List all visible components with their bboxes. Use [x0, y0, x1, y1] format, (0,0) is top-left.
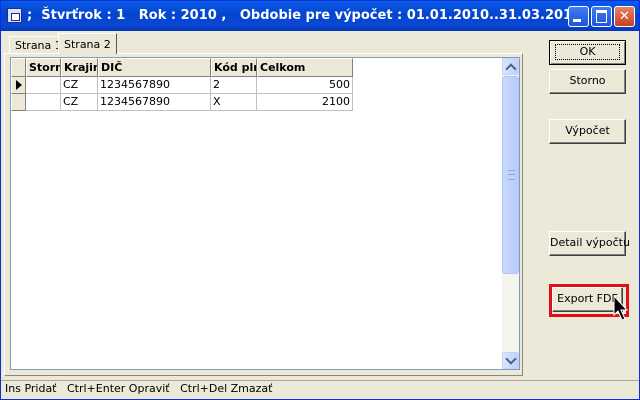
column-header-storno[interactable]: Storno [26, 58, 61, 77]
vertical-scrollbar[interactable] [502, 58, 519, 369]
column-header-krajina[interactable]: Krajina [61, 58, 98, 77]
tab-strana-2[interactable]: Strana 2 [58, 33, 117, 54]
column-header-kod-plnenia[interactable]: Kód plnenia [211, 58, 257, 77]
vypocet-button[interactable]: Výpočet [549, 119, 626, 144]
table-row[interactable]: CZ 1234567890 2 500 [11, 77, 353, 94]
mouse-cursor-icon [613, 295, 629, 321]
dialog-window: ; Štvrťrok : 1 Rok : 2010 , Obdobie pre … [0, 0, 640, 400]
column-header-dic[interactable]: DIČ [98, 58, 211, 77]
grid-header: Storno Krajina DIČ Kód plnenia Celkom [11, 58, 353, 77]
close-button[interactable]: ✕ [614, 6, 635, 27]
scroll-down-icon[interactable] [502, 352, 519, 369]
cell-storno[interactable] [26, 77, 61, 94]
cell-dic[interactable]: 1234567890 [98, 94, 211, 111]
grid-corner [11, 58, 26, 77]
cell-dic[interactable]: 1234567890 [98, 77, 211, 94]
ok-button-label: OK [554, 44, 621, 60]
cell-kod-plnenia[interactable]: X [211, 94, 257, 111]
data-grid[interactable]: Storno Krajina DIČ Kód plnenia Celkom CZ… [10, 57, 520, 370]
window-title: ; Štvrťrok : 1 Rok : 2010 , Obdobie pre … [27, 8, 582, 23]
close-icon: ✕ [619, 9, 630, 24]
column-header-celkom[interactable]: Celkom [257, 58, 353, 77]
cell-krajina[interactable]: CZ [61, 94, 98, 111]
maximize-button[interactable] [591, 6, 612, 27]
current-row-indicator-icon[interactable] [11, 77, 26, 94]
cell-celkom[interactable]: 500 [257, 77, 353, 94]
cell-celkom[interactable]: 2100 [257, 94, 353, 111]
detail-vypoctu-button[interactable]: Detail výpočtu [549, 231, 630, 256]
cell-storno[interactable] [26, 94, 61, 111]
cell-krajina[interactable]: CZ [61, 77, 98, 94]
title-bar[interactable]: ; Štvrťrok : 1 Rok : 2010 , Obdobie pre … [1, 1, 639, 31]
storno-button[interactable]: Storno [549, 69, 626, 94]
scroll-thumb[interactable] [502, 76, 519, 274]
app-icon[interactable] [7, 8, 22, 23]
cell-kod-plnenia[interactable]: 2 [211, 77, 257, 94]
scroll-up-icon[interactable] [502, 58, 519, 75]
minimize-button[interactable] [568, 6, 589, 27]
table-row[interactable]: CZ 1234567890 X 2100 [11, 94, 353, 111]
grip-icon [508, 170, 515, 180]
row-indicator[interactable] [11, 94, 26, 111]
ok-button[interactable]: OK [549, 40, 626, 65]
status-bar: Ins Pridať Ctrl+Enter Opraviť Ctrl+Del Z… [1, 380, 639, 400]
